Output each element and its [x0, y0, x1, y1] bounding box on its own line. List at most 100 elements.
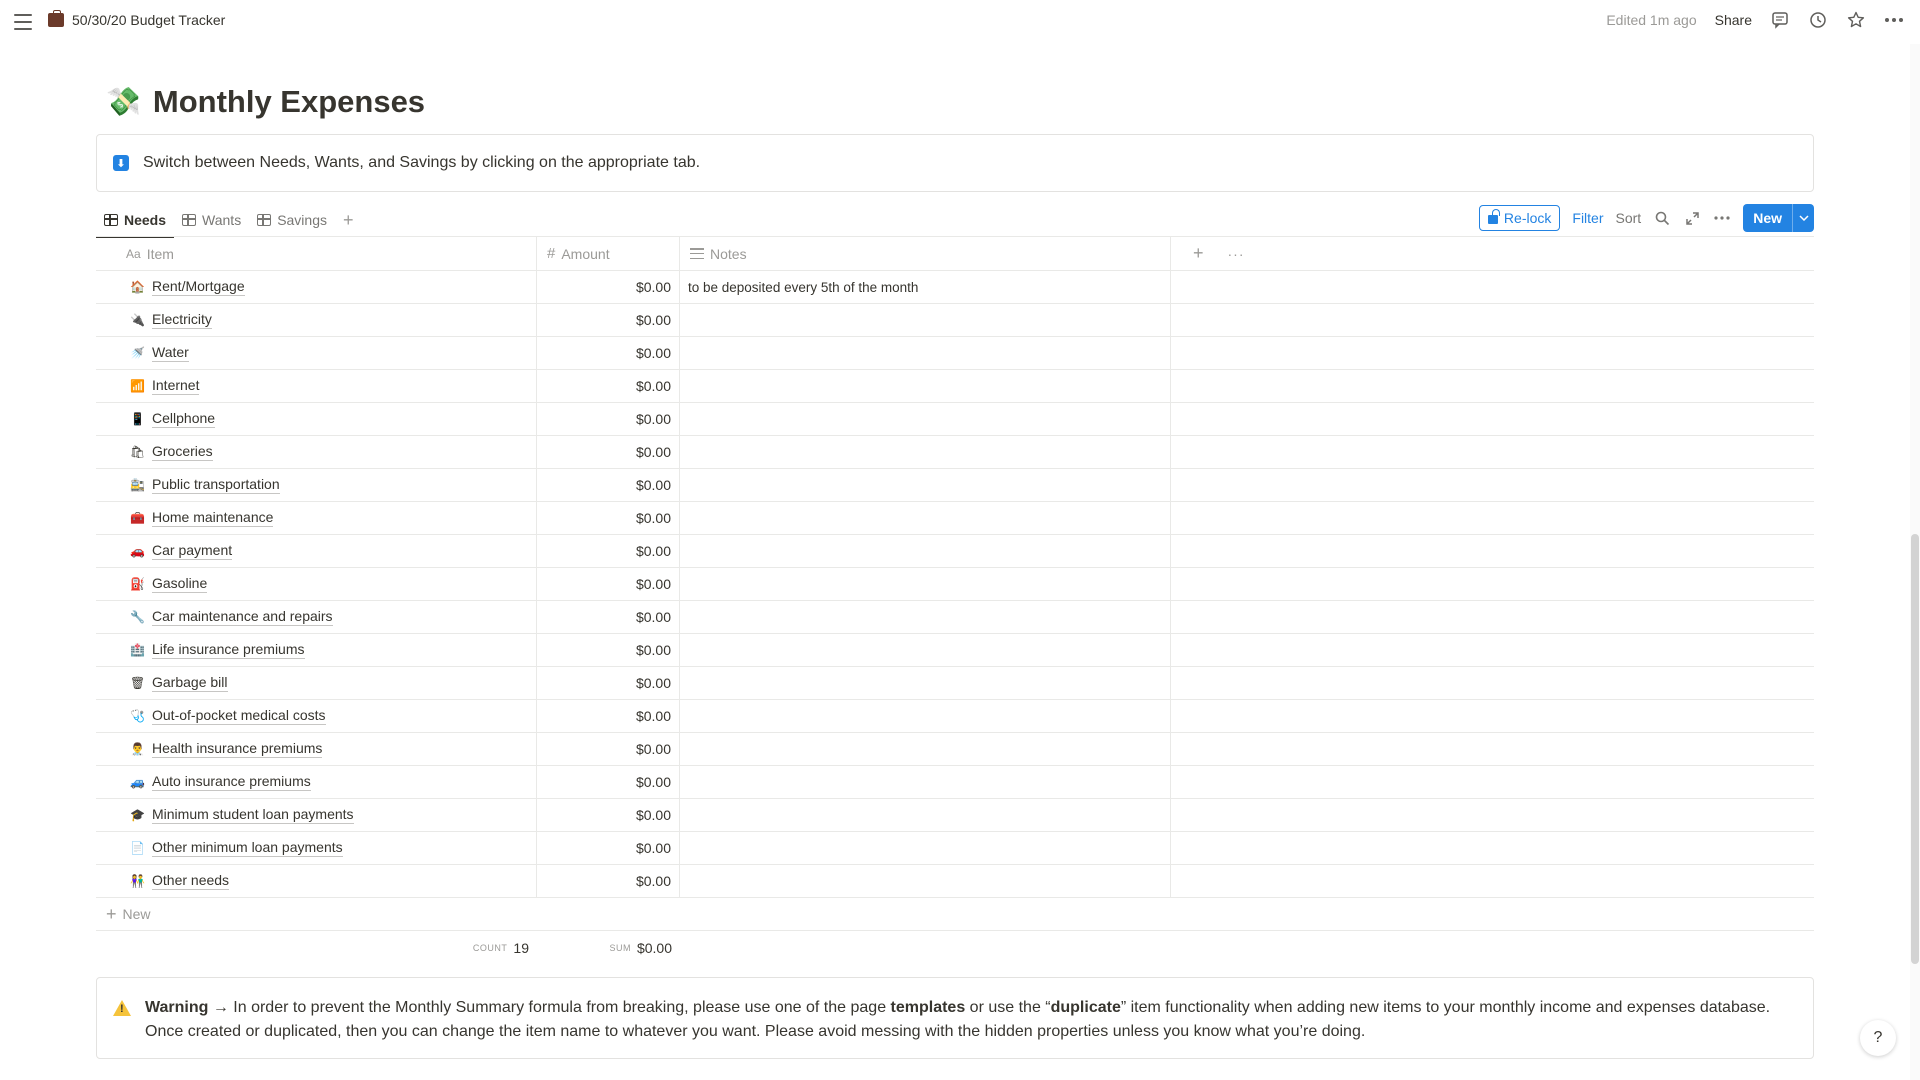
- item-cell[interactable]: 🧰 Home maintenance: [96, 502, 537, 534]
- item-name-link[interactable]: Rent/Mortgage: [152, 278, 245, 296]
- item-name-link[interactable]: Other needs: [152, 872, 230, 890]
- chevron-down-icon[interactable]: [1792, 204, 1814, 232]
- amount-cell[interactable]: $0.00: [537, 832, 680, 864]
- amount-cell[interactable]: $0.00: [537, 568, 680, 600]
- scroll-thumb[interactable]: [1911, 534, 1919, 964]
- page-scrollbar[interactable]: [1910, 44, 1920, 1080]
- table-row[interactable]: 📄 Other minimum loan payments $0.00: [96, 832, 1814, 865]
- item-cell[interactable]: 👫 Other needs: [96, 865, 537, 897]
- clock-icon[interactable]: [1808, 10, 1828, 30]
- amount-cell[interactable]: $0.00: [537, 865, 680, 897]
- notes-cell[interactable]: [680, 766, 1171, 798]
- amount-cell[interactable]: $0.00: [537, 601, 680, 633]
- notes-cell[interactable]: [680, 436, 1171, 468]
- share-button[interactable]: Share: [1715, 12, 1752, 28]
- amount-cell[interactable]: $0.00: [537, 304, 680, 336]
- item-name-link[interactable]: Home maintenance: [152, 509, 274, 527]
- item-cell[interactable]: 🚙 Auto insurance premiums: [96, 766, 537, 798]
- table-row[interactable]: ⛽ Gasoline $0.00: [96, 568, 1814, 601]
- table-row[interactable]: 🎓 Minimum student loan payments $0.00: [96, 799, 1814, 832]
- item-name-link[interactable]: Garbage bill: [152, 674, 228, 692]
- amount-cell[interactable]: $0.00: [537, 403, 680, 435]
- notes-cell[interactable]: [680, 601, 1171, 633]
- count-calculation[interactable]: COUNT 19: [96, 931, 537, 965]
- notes-cell[interactable]: [680, 535, 1171, 567]
- item-name-link[interactable]: Gasoline: [152, 575, 208, 593]
- column-header-amount[interactable]: # Amount: [537, 237, 680, 270]
- amount-cell[interactable]: $0.00: [537, 733, 680, 765]
- item-name-link[interactable]: Life insurance premiums: [152, 641, 305, 659]
- table-row[interactable]: 🚗 Car payment $0.00: [96, 535, 1814, 568]
- notes-cell[interactable]: [680, 304, 1171, 336]
- item-cell[interactable]: 📄 Other minimum loan payments: [96, 832, 537, 864]
- notes-cell[interactable]: [680, 700, 1171, 732]
- more-icon[interactable]: ···: [1210, 246, 1245, 262]
- notes-cell[interactable]: [680, 469, 1171, 501]
- notes-cell[interactable]: [680, 865, 1171, 897]
- item-cell[interactable]: 🩺 Out-of-pocket medical costs: [96, 700, 537, 732]
- notes-cell[interactable]: [680, 667, 1171, 699]
- table-row[interactable]: 👫 Other needs $0.00: [96, 865, 1814, 898]
- amount-cell[interactable]: $0.00: [537, 370, 680, 402]
- table-row[interactable]: 📶 Internet $0.00: [96, 370, 1814, 403]
- amount-cell[interactable]: $0.00: [537, 535, 680, 567]
- item-name-link[interactable]: Out-of-pocket medical costs: [152, 707, 326, 725]
- notes-cell[interactable]: [680, 337, 1171, 369]
- item-name-link[interactable]: Car payment: [152, 542, 233, 560]
- table-row[interactable]: 🔌 Electricity $0.00: [96, 304, 1814, 337]
- item-cell[interactable]: 🚿 Water: [96, 337, 537, 369]
- item-cell[interactable]: 🚗 Car payment: [96, 535, 537, 567]
- amount-cell[interactable]: $0.00: [537, 469, 680, 501]
- amount-cell[interactable]: $0.00: [537, 799, 680, 831]
- amount-cell[interactable]: $0.00: [537, 667, 680, 699]
- filter-button[interactable]: Filter: [1572, 210, 1603, 226]
- hamburger-icon[interactable]: [14, 14, 32, 30]
- table-row[interactable]: 🚙 Auto insurance premiums $0.00: [96, 766, 1814, 799]
- item-cell[interactable]: ⛽ Gasoline: [96, 568, 537, 600]
- notes-cell[interactable]: [680, 733, 1171, 765]
- table-row[interactable]: 🏥 Life insurance premiums $0.00: [96, 634, 1814, 667]
- item-name-link[interactable]: Groceries: [152, 443, 213, 461]
- expand-icon[interactable]: [1683, 209, 1701, 227]
- item-name-link[interactable]: Other minimum loan payments: [152, 839, 343, 857]
- star-icon[interactable]: [1846, 10, 1866, 30]
- table-row[interactable]: 🛍 Groceries $0.00: [96, 436, 1814, 469]
- table-row[interactable]: 👨‍⚕️ Health insurance premiums $0.00: [96, 733, 1814, 766]
- notes-cell[interactable]: [680, 799, 1171, 831]
- new-button-label[interactable]: New: [1743, 204, 1792, 232]
- amount-cell[interactable]: $0.00: [537, 337, 680, 369]
- table-row[interactable]: 🏠 Rent/Mortgage $0.00 to be deposited every…: [96, 271, 1814, 304]
- item-name-link[interactable]: Electricity: [152, 311, 212, 329]
- table-row[interactable]: 🧰 Home maintenance $0.00: [96, 502, 1814, 535]
- item-cell[interactable]: 🔌 Electricity: [96, 304, 537, 336]
- tab-needs[interactable]: Needs: [96, 204, 175, 238]
- notes-cell[interactable]: [680, 502, 1171, 534]
- sum-calculation[interactable]: SUM $0.00: [537, 931, 680, 965]
- table-row[interactable]: 🚿 Water $0.00: [96, 337, 1814, 370]
- search-icon[interactable]: [1653, 209, 1671, 227]
- relock-button[interactable]: Re-lock: [1478, 205, 1561, 231]
- item-cell[interactable]: 📶 Internet: [96, 370, 537, 402]
- tab-savings[interactable]: Savings: [249, 204, 335, 236]
- more-icon[interactable]: [1713, 209, 1731, 227]
- item-name-link[interactable]: Water: [152, 344, 189, 362]
- more-icon[interactable]: [1884, 10, 1904, 30]
- item-cell[interactable]: 🚉 Public transportation: [96, 469, 537, 501]
- item-cell[interactable]: 👨‍⚕️ Health insurance premiums: [96, 733, 537, 765]
- add-view-button[interactable]: +: [335, 210, 362, 231]
- notes-cell[interactable]: [680, 634, 1171, 666]
- add-column-button[interactable]: +: [1181, 243, 1204, 264]
- notes-cell[interactable]: [680, 568, 1171, 600]
- amount-cell[interactable]: $0.00: [537, 766, 680, 798]
- breadcrumb[interactable]: 50/30/20 Budget Tracker: [48, 10, 225, 28]
- notes-cell[interactable]: [680, 832, 1171, 864]
- notes-cell[interactable]: to be deposited every 5th of the month: [680, 271, 1171, 303]
- add-row-button[interactable]: + New: [96, 898, 1814, 931]
- item-cell[interactable]: 🎓 Minimum student loan payments: [96, 799, 537, 831]
- column-header-item[interactable]: Aa Item: [96, 237, 537, 270]
- table-row[interactable]: 🗑 Garbage bill $0.00: [96, 667, 1814, 700]
- item-cell[interactable]: 🗑 Garbage bill: [96, 667, 537, 699]
- amount-cell[interactable]: $0.00: [537, 436, 680, 468]
- new-button[interactable]: New: [1743, 204, 1814, 232]
- notes-cell[interactable]: [680, 403, 1171, 435]
